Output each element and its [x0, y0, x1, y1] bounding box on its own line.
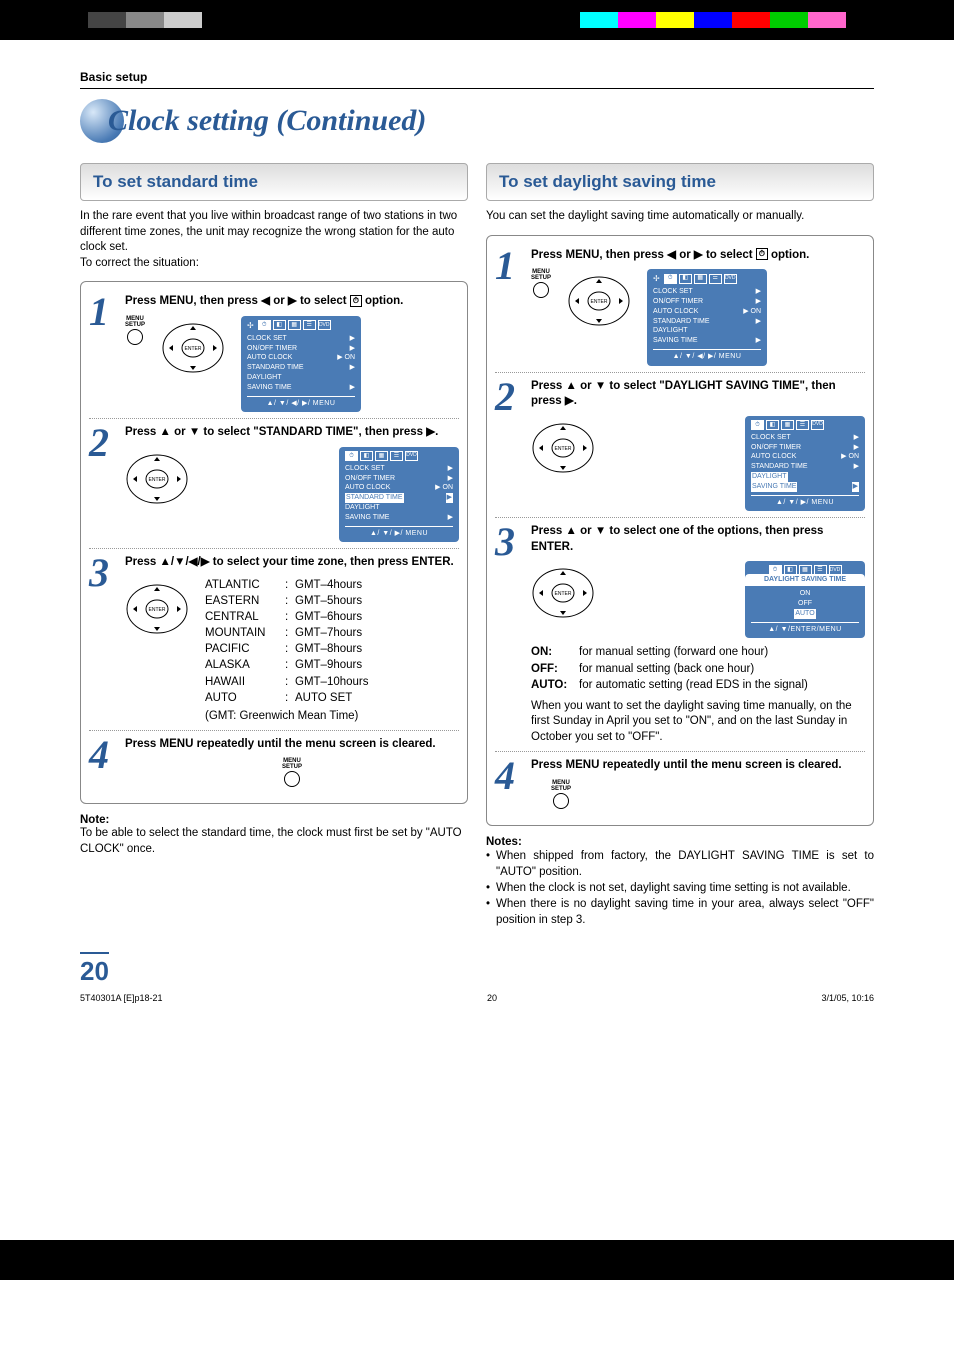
step-1: 1 Press MENU, then press ◀ or ▶ to selec… — [495, 242, 865, 372]
step-2-instruction: Press ▲ or ▼ to select "STANDARD TIME", … — [125, 425, 459, 441]
page-number: 20 — [80, 952, 109, 987]
registration-mark-top: ⊕ — [469, 18, 484, 39]
osd-screen-1: ✢⏱◧▦☰DVD CLOCK SET▶ON/OFF TIMER▶AUTO CLO… — [647, 269, 767, 366]
dst-definitions: ON:for manual setting (forward one hour)… — [531, 644, 865, 692]
dpad-icon: ENTER — [125, 577, 189, 641]
left-column: To set standard time In the rare event t… — [80, 163, 468, 928]
svg-text:ENTER: ENTER — [555, 446, 572, 452]
step-4: 4 Press MENU repeatedly until the menu s… — [495, 751, 865, 815]
osd-screen-1: ✢⏱◧▦☰DVD CLOCK SET▶ON/OFF TIMER▶AUTO CLO… — [241, 316, 361, 413]
menu-setup-button-icon: MENU SETUP — [125, 316, 145, 345]
osd-tab-clock-icon: ⏱ — [258, 320, 271, 330]
move-icon: ✢ — [653, 273, 660, 284]
svg-text:ENTER: ENTER — [185, 346, 202, 352]
intro-daylight: You can set the daylight saving time aut… — [486, 209, 874, 225]
svg-text:ENTER: ENTER — [555, 591, 572, 597]
step-3-instruction: Press ▲/▼/◀/▶ to select your time zone, … — [125, 555, 459, 571]
dpad-icon: ENTER — [567, 269, 631, 333]
dpad-icon: ENTER — [531, 416, 595, 480]
intro-standard: In the rare event that you live within b… — [80, 209, 468, 271]
title-row: Clock setting (Continued) — [80, 99, 874, 143]
menu-setup-button-icon: MENU SETUP — [272, 758, 312, 787]
clock-icon: ⏱ — [350, 295, 362, 307]
steps-standard: 1 Press MENU, then press ◀ or ▶ to selec… — [80, 281, 468, 804]
subheading-daylight: To set daylight saving time — [486, 163, 874, 201]
step-number: 1 — [89, 294, 119, 412]
dpad-icon: ENTER — [161, 316, 225, 380]
note-body: To be able to select the standard time, … — [80, 826, 468, 857]
step-1-instruction: Press MENU, then press ◀ or ▶ to select … — [531, 248, 865, 264]
section-label: Basic setup — [80, 70, 874, 84]
step-2-instruction: Press ▲ or ▼ to select "DAYLIGHT SAVING … — [531, 379, 865, 410]
step-4-instruction: Press MENU repeatedly until the menu scr… — [125, 737, 459, 753]
timezone-table: ATLANTIC: GMT–4hoursEASTERN: GMT–5hoursC… — [205, 577, 369, 724]
notes-list: •When shipped from factory, the DAYLIGHT… — [486, 848, 874, 928]
step-2: 2 Press ▲ or ▼ to select "STANDARD TIME"… — [89, 418, 459, 548]
step-3-instruction: Press ▲ or ▼ to select one of the option… — [531, 524, 865, 555]
dpad-icon: ENTER — [125, 447, 189, 511]
clock-icon: ⏱ — [756, 248, 768, 260]
svg-text:ENTER: ENTER — [149, 607, 166, 613]
dst-manual-note: When you want to set the daylight saving… — [531, 699, 865, 746]
page-title: Clock setting (Continued) — [108, 104, 426, 138]
osd-screen-2: ⏱◧▦☰DVD CLOCK SET▶ON/OFF TIMER▶AUTO CLOC… — [745, 416, 865, 512]
print-footer: 5T40301A [E]p18-21 20 3/1/05, 10:16 — [80, 993, 874, 1003]
move-icon: ✢ — [247, 320, 254, 331]
print-frame: ⊕ ⊕ ⊕ ⊕ Basic setup Clock setting (Conti… — [0, 0, 954, 1280]
step-1-instruction: Press MENU, then press ◀ or ▶ to select … — [125, 294, 459, 310]
svg-text:ENTER: ENTER — [149, 477, 166, 483]
registration-bars-right — [580, 12, 884, 28]
osd-screen-3: ⏱◧▦☰DVD DAYLIGHT SAVING TIME ONOFFAUTO ▲… — [745, 561, 865, 638]
osd-screen-2: ⏱◧▦☰DVD CLOCK SET▶ON/OFF TIMER▶AUTO CLOC… — [339, 447, 459, 543]
step-3: 3 Press ▲/▼/◀/▶ to select your time zone… — [89, 548, 459, 729]
registration-bars-left — [50, 12, 202, 28]
right-column: To set daylight saving time You can set … — [486, 163, 874, 928]
note-heading: Note: — [80, 814, 468, 826]
step-4: 4 Press MENU repeatedly until the menu s… — [89, 730, 459, 794]
notes-heading: Notes: — [486, 836, 874, 848]
step-2: 2 Press ▲ or ▼ to select "DAYLIGHT SAVIN… — [495, 372, 865, 518]
step-1: 1 Press MENU, then press ◀ or ▶ to selec… — [89, 288, 459, 418]
step-3: 3 Press ▲ or ▼ to select one of the opti… — [495, 517, 865, 751]
page-content: Basic setup Clock setting (Continued) To… — [40, 40, 914, 1240]
menu-setup-button-icon: MENU SETUP — [541, 780, 581, 809]
menu-setup-button-icon: MENU SETUP — [531, 269, 551, 298]
steps-daylight: 1 Press MENU, then press ◀ or ▶ to selec… — [486, 235, 874, 826]
dpad-icon: ENTER — [531, 561, 595, 625]
divider — [80, 88, 874, 89]
subheading-standard-time: To set standard time — [80, 163, 468, 201]
registration-mark-bottom: ⊕ — [469, 1243, 484, 1264]
step-4-instruction: Press MENU repeatedly until the menu scr… — [531, 758, 865, 774]
svg-text:ENTER: ENTER — [591, 299, 608, 305]
